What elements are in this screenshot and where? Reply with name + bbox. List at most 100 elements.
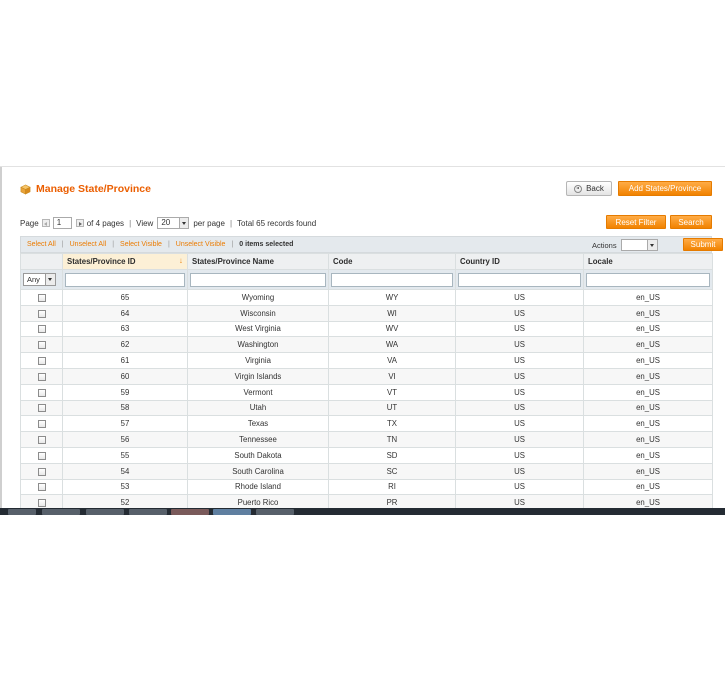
cell-locale: en_US: [583, 494, 713, 508]
unselect-all-link[interactable]: Unselect All: [70, 241, 107, 248]
filter-id-input[interactable]: [65, 272, 185, 287]
cell-name: South Dakota: [187, 446, 329, 464]
filter-any-select[interactable]: Any: [23, 273, 56, 286]
row-checkbox[interactable]: [37, 325, 46, 334]
table-row[interactable]: 52 Puerto Rico PR US en_US: [20, 494, 713, 508]
arrow-left-icon[interactable]: [41, 219, 50, 227]
row-checkbox[interactable]: [37, 420, 46, 429]
taskbar-item[interactable]: [256, 509, 294, 515]
row-checkbox[interactable]: [37, 404, 46, 413]
table-row[interactable]: 63 West Virginia WV US en_US: [20, 320, 713, 338]
column-header-country[interactable]: Country ID: [455, 253, 584, 270]
cell-locale: en_US: [583, 431, 713, 448]
select-visible-link[interactable]: Select Visible: [120, 241, 162, 248]
taskbar-item[interactable]: [171, 509, 209, 515]
row-checkbox-cell: [20, 478, 63, 496]
row-checkbox[interactable]: [37, 451, 46, 460]
cell-name: Washington: [187, 336, 329, 354]
row-checkbox-cell: [20, 367, 63, 385]
cell-code: VA: [328, 352, 456, 369]
cell-locale: en_US: [583, 336, 713, 354]
row-checkbox[interactable]: [37, 499, 46, 508]
table-row[interactable]: 58 Utah UT US en_US: [20, 399, 713, 417]
filter-cell: [455, 269, 584, 290]
taskbar-item[interactable]: [129, 509, 167, 515]
row-checkbox[interactable]: [37, 388, 46, 397]
submit-button[interactable]: Submit: [683, 238, 723, 251]
column-header-locale[interactable]: Locale: [583, 253, 713, 270]
massaction-separator: |: [112, 241, 115, 248]
column-header-label: States/Province ID: [67, 257, 136, 266]
column-header-id[interactable]: States/Province ID ↓: [62, 253, 188, 270]
filter-code-input[interactable]: [331, 272, 453, 287]
massaction-separator: |: [231, 241, 234, 248]
filter-locale-input[interactable]: [586, 272, 710, 287]
cell-id: 53: [62, 478, 188, 496]
row-checkbox[interactable]: [37, 293, 46, 302]
grid-body: 65 Wyoming WY US en_US 64 Wisconsin WI US en_US 63…: [20, 289, 713, 508]
page-title: Manage State/Province: [36, 183, 151, 195]
os-taskbar: [0, 508, 725, 515]
table-row[interactable]: 61 Virginia VA US en_US: [20, 352, 713, 369]
table-row[interactable]: 56 Tennessee TN US en_US: [20, 431, 713, 448]
page-number-input[interactable]: 1: [52, 217, 72, 229]
table-row[interactable]: 64 Wisconsin WI US en_US: [20, 304, 713, 322]
row-checkbox[interactable]: [37, 357, 46, 366]
cell-code: UT: [328, 399, 456, 417]
filter-country-input[interactable]: [458, 272, 581, 287]
pager-separator: |: [229, 218, 233, 228]
back-button[interactable]: Back: [566, 181, 612, 196]
table-row[interactable]: 65 Wyoming WY US en_US: [20, 289, 713, 306]
filter-name-input[interactable]: [190, 272, 326, 287]
select-all-link[interactable]: Select All: [27, 241, 56, 248]
taskbar-item[interactable]: [8, 509, 36, 515]
table-row[interactable]: 62 Washington WA US en_US: [20, 336, 713, 354]
row-checkbox[interactable]: [37, 372, 46, 381]
per-page-select[interactable]: 20: [157, 217, 190, 229]
add-state-button[interactable]: Add States/Province: [618, 181, 712, 196]
cell-locale: en_US: [583, 367, 713, 385]
search-button[interactable]: Search: [670, 215, 712, 229]
cell-code: WA: [328, 336, 456, 354]
view-label: View: [136, 218, 154, 228]
row-checkbox[interactable]: [37, 309, 46, 318]
filter-any-cell: Any: [20, 269, 63, 290]
row-checkbox[interactable]: [37, 341, 46, 350]
chevron-down-icon: [179, 218, 189, 228]
row-checkbox-cell: [20, 352, 63, 369]
column-header-code[interactable]: Code: [328, 253, 456, 270]
table-row[interactable]: 53 Rhode Island RI US en_US: [20, 478, 713, 496]
cell-name: Vermont: [187, 383, 329, 401]
submit-button-label: Submit: [690, 240, 716, 249]
column-header-name[interactable]: States/Province Name: [187, 253, 329, 270]
column-header-label: Country ID: [460, 257, 500, 266]
taskbar-item[interactable]: [86, 509, 124, 515]
reset-filter-button[interactable]: Reset Filter: [606, 215, 666, 229]
cell-country: US: [455, 320, 584, 338]
cell-locale: en_US: [583, 289, 713, 306]
table-row[interactable]: 57 Texas TX US en_US: [20, 415, 713, 433]
cell-id: 63: [62, 320, 188, 338]
cell-id: 60: [62, 367, 188, 385]
row-checkbox[interactable]: [37, 483, 46, 492]
actions-select[interactable]: [620, 239, 658, 251]
taskbar-item[interactable]: [42, 509, 80, 515]
filter-any-value: Any: [27, 275, 40, 284]
arrow-right-icon[interactable]: [75, 219, 84, 227]
table-row[interactable]: 54 South Carolina SC US en_US: [20, 462, 713, 480]
cell-name: Wyoming: [187, 289, 329, 306]
table-row[interactable]: 60 Virgin Islands VI US en_US: [20, 367, 713, 385]
table-row[interactable]: 55 South Dakota SD US en_US: [20, 446, 713, 464]
cell-locale: en_US: [583, 320, 713, 338]
actions-group: Actions: [592, 238, 658, 252]
box-icon: [20, 184, 31, 195]
row-checkbox[interactable]: [37, 467, 46, 476]
cell-name: Rhode Island: [187, 478, 329, 496]
cell-id: 61: [62, 352, 188, 369]
taskbar-item[interactable]: [213, 509, 251, 515]
page-header: Manage State/Province: [20, 181, 151, 197]
unselect-visible-link[interactable]: Unselect Visible: [176, 241, 226, 248]
row-checkbox[interactable]: [37, 436, 46, 444]
table-row[interactable]: 59 Vermont VT US en_US: [20, 383, 713, 401]
header-checkbox-col: [20, 253, 63, 270]
